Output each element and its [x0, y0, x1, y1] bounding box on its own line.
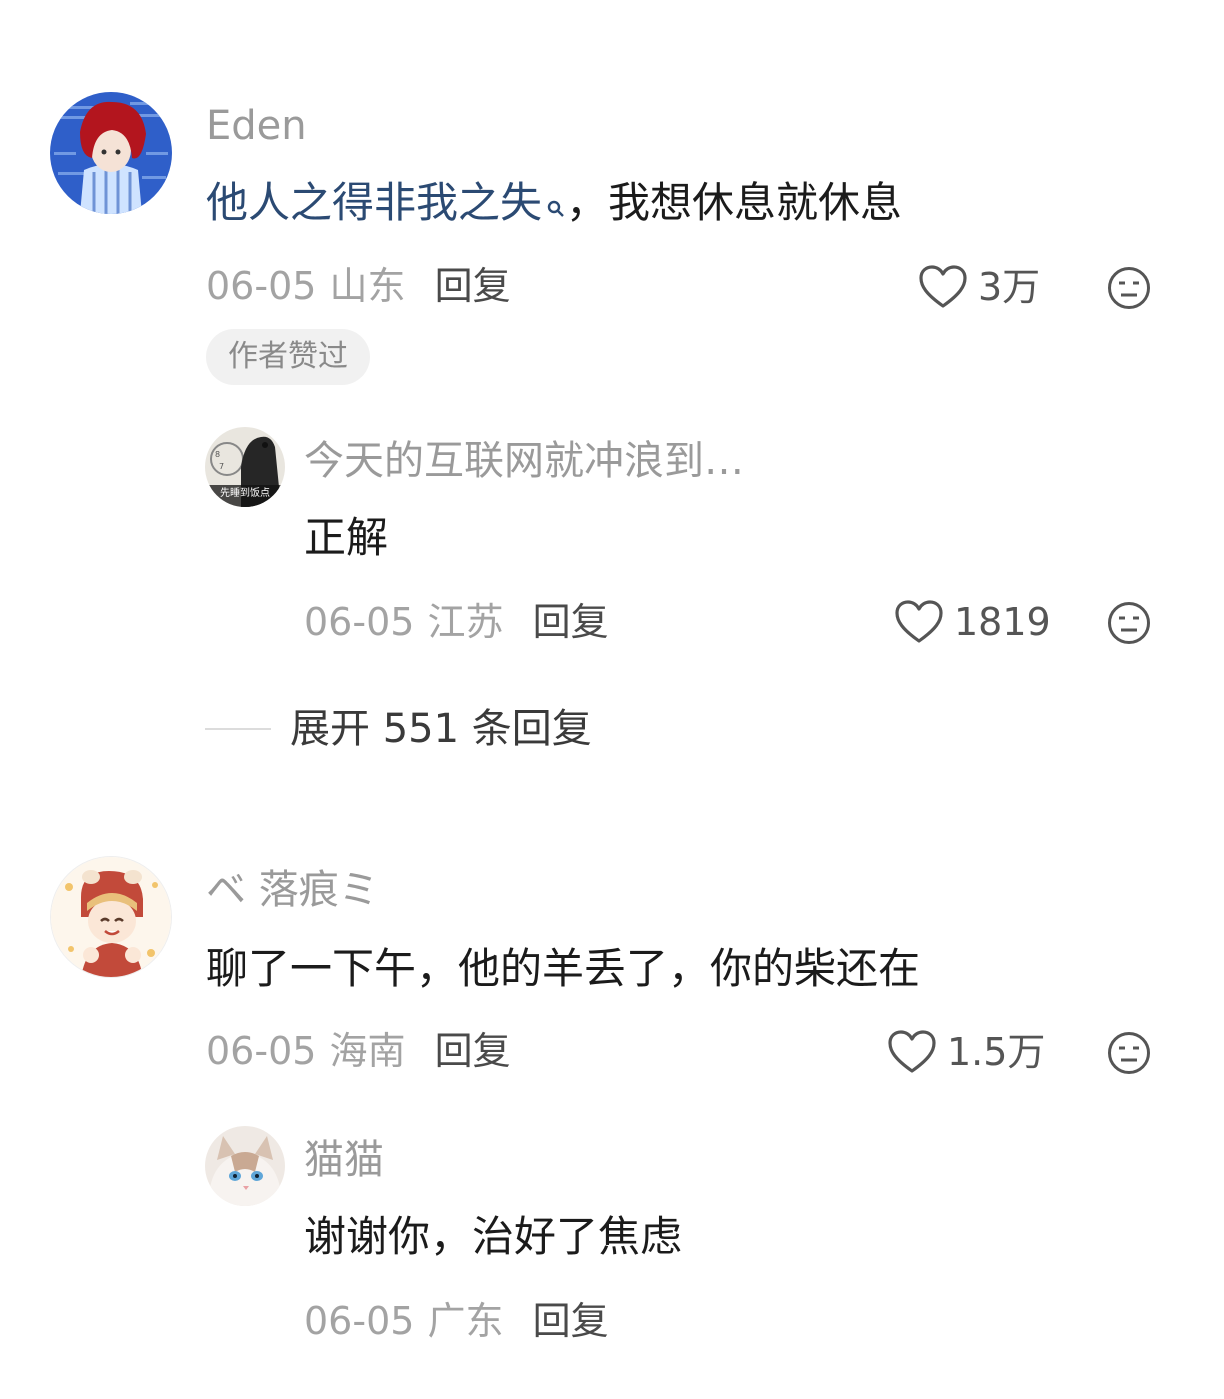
like-count: 1.5万 — [947, 1030, 1046, 1074]
comment-date: 06-05 — [206, 1029, 317, 1073]
heart-icon[interactable] — [887, 1029, 937, 1075]
search-link[interactable]: 他人之得非我之失 — [206, 178, 542, 227]
reply-button[interactable]: 回复 — [533, 600, 609, 644]
reply-like-button[interactable]: 1819 — [894, 599, 1051, 645]
comment-username[interactable]: ベ 落痕ミ — [206, 870, 379, 910]
comment-date: 06-05 — [206, 264, 317, 308]
reply-dislike-emoji-icon[interactable] — [1106, 600, 1152, 650]
reply-location: 广东 — [427, 1299, 504, 1343]
like-button[interactable]: 1.5万 — [887, 1029, 1045, 1075]
avatar[interactable] — [50, 92, 172, 214]
like-count: 3万 — [978, 265, 1041, 309]
reply-text: 谢谢你，治好了焦虑 — [304, 1212, 683, 1261]
reply-location: 江苏 — [427, 600, 504, 644]
reply-username[interactable]: 今天的互联网就冲浪到… — [304, 441, 744, 481]
comment-location: 海南 — [329, 1029, 406, 1073]
comment-username[interactable]: Eden — [206, 106, 307, 146]
expand-replies-button[interactable]: 展开 551 条回复 — [290, 709, 592, 749]
heart-icon[interactable] — [918, 264, 968, 310]
reply-meta: 06-05 广东 回复 — [304, 1302, 609, 1340]
reply-text: 正解 — [304, 513, 389, 562]
reply-date: 06-05 — [304, 1299, 415, 1343]
reply-avatar[interactable] — [205, 1126, 285, 1206]
reply-button[interactable]: 回复 — [435, 264, 511, 308]
like-button[interactable]: 3万 — [918, 264, 1040, 310]
dislike-emoji-icon[interactable] — [1106, 265, 1152, 315]
reply-meta: 06-05 江苏 回复 — [304, 603, 609, 641]
search-icon[interactable] — [546, 184, 566, 226]
reply-username[interactable]: 猫猫 — [304, 1140, 384, 1180]
comment-text: 聊了一下午，他的羊丢了，你的柴还在 — [206, 944, 921, 993]
comment-text-rest: ，我想休息就休息 — [566, 178, 903, 227]
comment-meta: 06-05 海南 回复 — [206, 1032, 511, 1070]
author-liked-badge: 作者赞过 — [206, 329, 370, 385]
comment-meta: 06-05 山东 回复 — [206, 267, 511, 305]
svg-text:8: 8 — [215, 450, 220, 459]
comment-text: 他人之得非我之失 ，我想休息就休息 — [206, 182, 902, 226]
expand-divider — [205, 728, 271, 730]
reply-date: 06-05 — [304, 600, 415, 644]
dislike-emoji-icon[interactable] — [1106, 1030, 1152, 1080]
reply-avatar-caption: 先睡到饭点 — [220, 488, 270, 499]
comment-location: 山东 — [329, 264, 406, 308]
heart-icon[interactable] — [894, 599, 944, 645]
reply-button[interactable]: 回复 — [435, 1029, 511, 1073]
avatar[interactable] — [50, 856, 172, 978]
svg-text:7: 7 — [219, 462, 224, 471]
reply-like-count: 1819 — [954, 600, 1051, 644]
reply-avatar[interactable]: 8 7 先睡到饭点 — [205, 427, 285, 507]
reply-button[interactable]: 回复 — [533, 1299, 609, 1343]
